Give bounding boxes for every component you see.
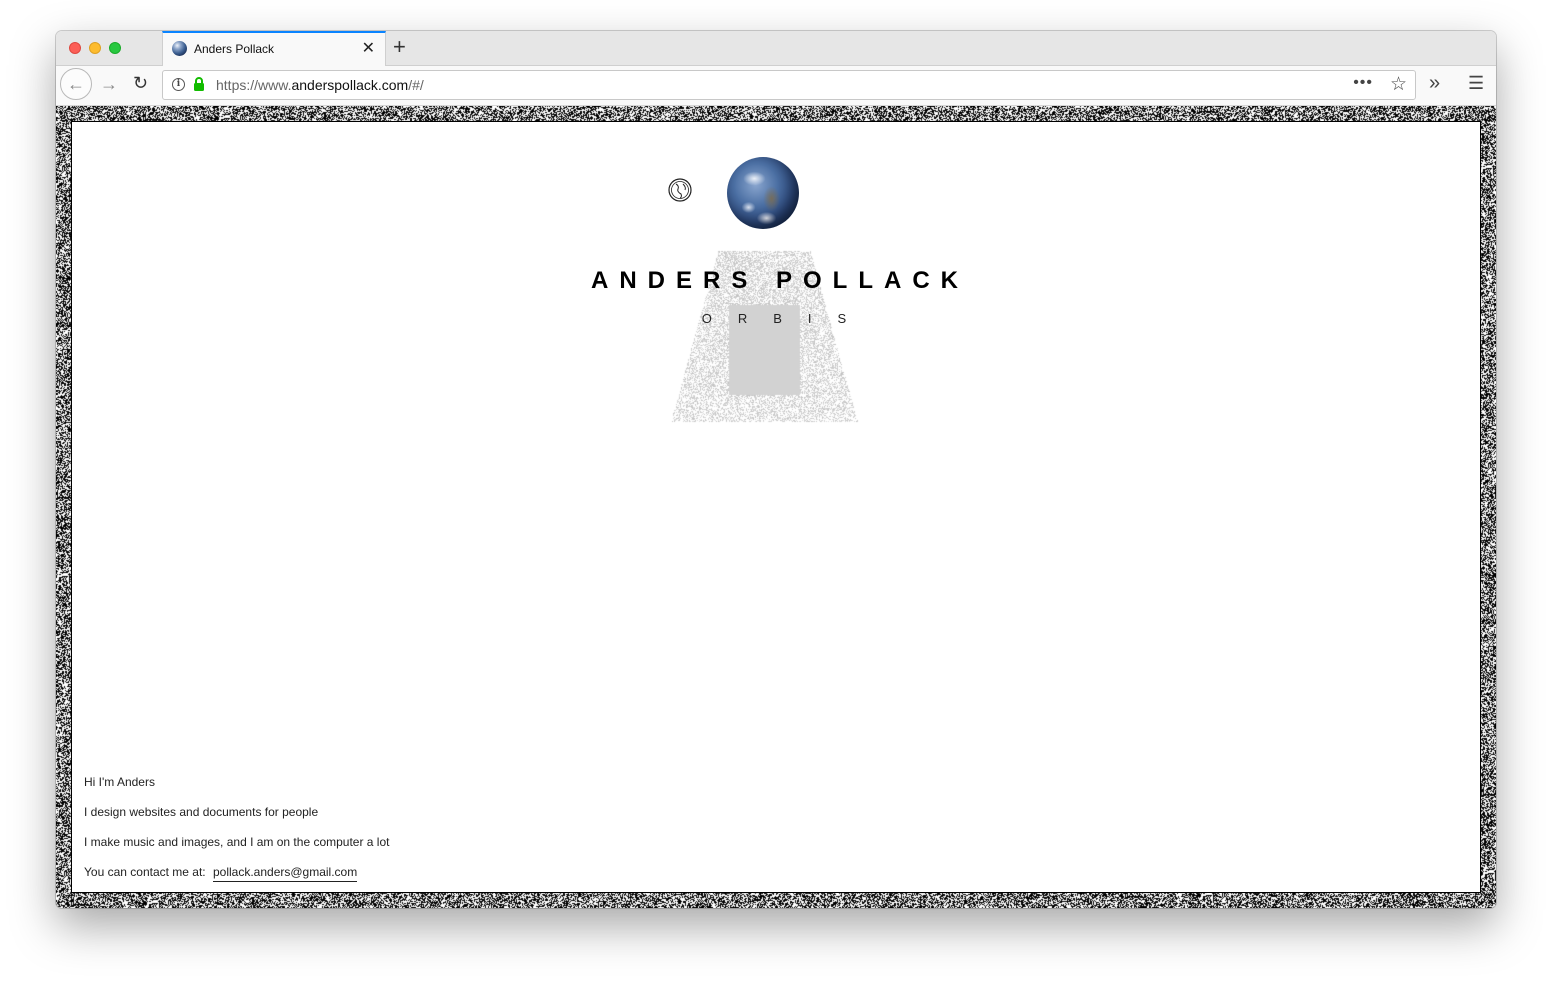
info-icon[interactable]: i (172, 78, 185, 91)
url-domain: anderspollack.com (291, 77, 409, 93)
lock-icon[interactable] (193, 77, 205, 92)
page-content: ANDERS POLLACK ORBIS Hi I'm Anders I des… (71, 121, 1481, 894)
page-actions-icon[interactable]: ••• (1353, 74, 1373, 92)
bio-design: I design websites and documents for peop… (84, 805, 319, 819)
bio-music: I make music and images, and I am on the… (84, 835, 390, 849)
close-window-button[interactable] (69, 42, 81, 54)
back-button[interactable]: ← (60, 68, 92, 100)
bio-section: Hi I'm Anders I design websites and docu… (84, 774, 389, 894)
tab-close-icon[interactable]: ✕ (362, 39, 375, 59)
minimize-window-button[interactable] (89, 42, 101, 54)
star-icon[interactable]: ☆ (1390, 74, 1407, 96)
url-path: /#/ (408, 77, 424, 93)
overflow-icon[interactable]: » (1429, 73, 1440, 93)
earth-favicon-icon (172, 41, 187, 56)
bio-greeting: Hi I'm Anders (84, 775, 155, 789)
navigation-toolbar: ← → ↻ i https://www.anderspollack.com/#/… (56, 66, 1496, 106)
page-title: ANDERS POLLACK (590, 267, 969, 294)
tab-title: Anders Pollack (194, 42, 275, 56)
earth-image (727, 157, 799, 229)
globe-outline-icon[interactable] (667, 177, 693, 203)
bio-contact: You can contact me at: pollack.anders@gm… (84, 864, 389, 894)
page-subtitle: ORBIS (701, 311, 873, 326)
forward-button[interactable]: → (100, 74, 118, 94)
zoom-window-button[interactable] (109, 42, 121, 54)
hamburger-menu-icon[interactable]: ☰ (1468, 73, 1484, 93)
url-prefix: https://www. (216, 77, 292, 93)
url-text[interactable]: https://www.anderspollack.com/#/ (216, 77, 424, 93)
contact-label: You can contact me at: (84, 865, 206, 879)
reload-button[interactable]: ↻ (133, 73, 148, 93)
tab-anders-pollack[interactable]: Anders Pollack ✕ (162, 31, 386, 66)
new-tab-button[interactable]: + (393, 35, 406, 59)
browser-window: Anders Pollack ✕ + ← → ↻ i https://www.a… (56, 31, 1496, 908)
tab-strip: Anders Pollack ✕ + (56, 31, 1496, 66)
page-viewport: ANDERS POLLACK ORBIS Hi I'm Anders I des… (56, 106, 1496, 908)
address-bar[interactable]: i https://www.anderspollack.com/#/ ••• ☆ (162, 70, 1416, 100)
email-link[interactable]: pollack.anders@gmail.com (212, 865, 358, 882)
